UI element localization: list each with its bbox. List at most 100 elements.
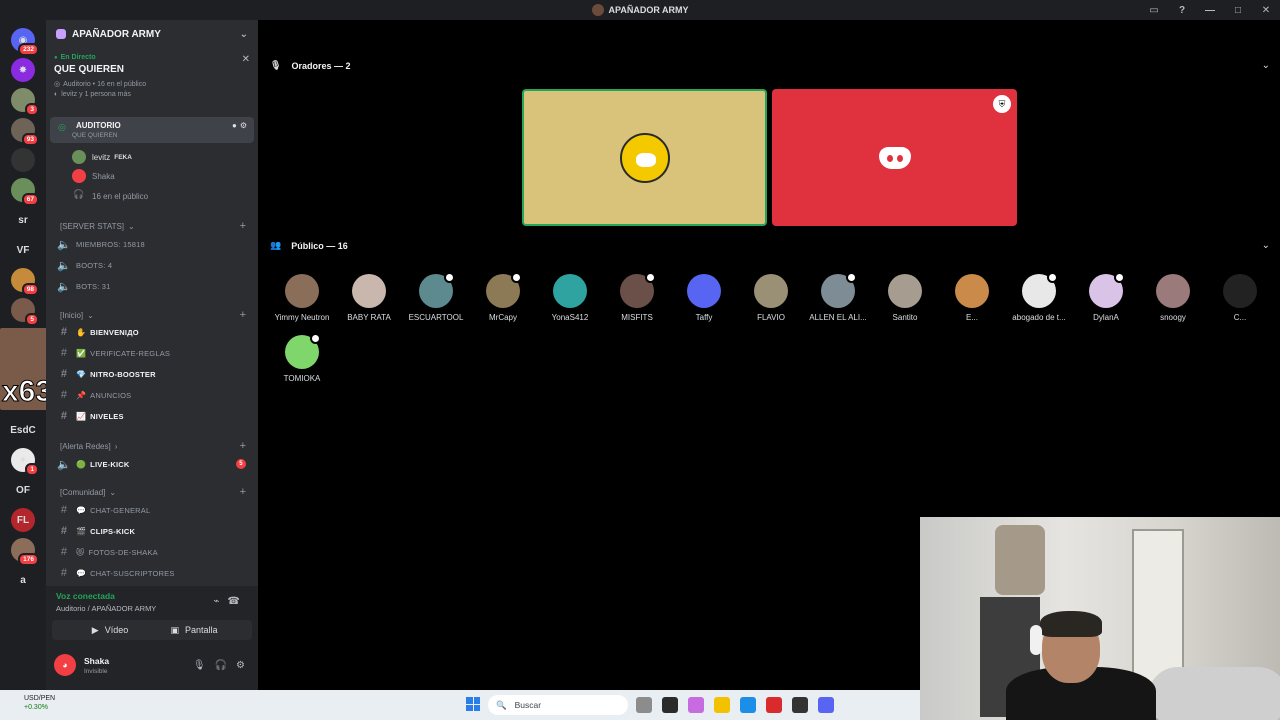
server-icon-s11[interactable]: ✦ 1 xyxy=(11,448,39,476)
taskbar-app-icon[interactable] xyxy=(740,697,756,713)
server-icon-dm[interactable]: ◉ 232 xyxy=(11,28,39,56)
stock-ticker[interactable]: USD/PEN +0.30% xyxy=(10,695,55,711)
channel-inicio_channels-1[interactable]: # ✅ verificate-reglas xyxy=(50,343,254,363)
audience-member[interactable]: abogado de t... xyxy=(1009,272,1069,322)
taskbar-app-icon[interactable] xyxy=(792,697,808,713)
screen-icon[interactable]: ▭ xyxy=(1140,5,1168,16)
windows-start-icon[interactable] xyxy=(466,697,480,711)
audience-member[interactable]: YonaS412 xyxy=(540,274,600,322)
channel-stats-bots[interactable]: 🔈 bots: 31 xyxy=(50,276,254,296)
screen-share-button[interactable]: ▣ Pantalla xyxy=(136,620,252,640)
channel-inicio_channels-4[interactable]: # 📈 niveles xyxy=(50,406,254,426)
server-icon-s7[interactable]: VF xyxy=(11,238,35,262)
audience-member[interactable]: Yimmy Neutron xyxy=(272,274,332,322)
taskbar-app-icon[interactable] xyxy=(818,697,834,713)
audience-member[interactable]: Santito xyxy=(875,274,935,322)
audience-member[interactable]: ALLEN EL ALI... xyxy=(808,272,868,322)
channel-inicio_channels-0[interactable]: # ✋ віenvenідо xyxy=(50,322,254,342)
audience-member[interactable]: FLAVIO xyxy=(741,274,801,322)
server-icon-s10[interactable]: EsdC xyxy=(10,418,36,442)
taskbar-search[interactable]: 🔍 Buscar xyxy=(488,695,628,715)
server-icon-s5[interactable]: 67 xyxy=(11,178,39,206)
hash-icon: # xyxy=(60,347,68,359)
server-icon-s13[interactable]: FL xyxy=(11,508,35,532)
audience-member[interactable]: TOMIOKA xyxy=(272,333,332,383)
channel-comunidad_channels-3[interactable]: # 💬 chat-suscriptores xyxy=(50,563,254,583)
live-stage-card[interactable]: En Directo QUE QUIEREN ◎Auditorio • 16 e… xyxy=(46,48,258,100)
voice-user-shaka[interactable]: Shaka xyxy=(72,167,115,185)
maximize-button[interactable]: □ xyxy=(1224,5,1252,16)
ticker-value: +0.30% xyxy=(24,704,48,711)
audience-member[interactable]: snoogy xyxy=(1143,274,1203,322)
chevron-down-icon[interactable]: ⌄ xyxy=(1262,60,1270,71)
server-icon-s14[interactable]: 176 xyxy=(11,538,39,566)
category-server-stats[interactable]: [SERVER STATS] ⌄ + xyxy=(50,218,254,234)
category-alerta-redes[interactable]: [Alerta Redes] › + xyxy=(50,438,254,454)
server-icon-s15[interactable]: a xyxy=(11,568,35,592)
channel-label: clips-kick xyxy=(90,526,136,536)
audience-member[interactable]: C... xyxy=(1210,274,1270,322)
audience-name: ESCUARTOOL xyxy=(408,313,464,322)
channel-comunidad_channels-1[interactable]: # 🎬 clips-kick xyxy=(50,521,254,541)
server-icon-s12[interactable]: OF xyxy=(11,478,35,502)
voice-location[interactable]: Auditorio / APAÑADOR ARMY xyxy=(56,604,156,613)
noise-suppression-icon[interactable]: ⌁ xyxy=(214,596,228,607)
mic-icon[interactable]: 🎙 xyxy=(193,660,215,671)
server-icon-s9[interactable]: 5 xyxy=(11,298,39,326)
taskbar-app-icon[interactable] xyxy=(714,697,730,713)
category-inicio[interactable]: [Inicio] ⌄ + xyxy=(50,307,254,323)
audience-member[interactable]: MISFITS xyxy=(607,272,667,322)
audience-member[interactable]: MrCapy xyxy=(473,272,533,322)
disconnect-icon[interactable]: ☎ xyxy=(228,596,248,607)
channel-stats-members[interactable]: 🔈 miembros: 15818 xyxy=(50,234,254,254)
channel-auditorio[interactable]: ◎ Auditorio QUE QUIEREN ●⚙ xyxy=(50,117,254,143)
user-controls: 🎙🎧⚙ xyxy=(193,660,254,671)
server-icon-s8[interactable]: 98 xyxy=(11,268,39,296)
audience-member[interactable]: ESCUARTOOL xyxy=(406,272,466,322)
speaker-tile-shaka[interactable]: ⛨ xyxy=(772,89,1017,226)
taskbar-app-icon[interactable] xyxy=(662,697,678,713)
user-panel[interactable]: ◕ Shaka Invisible 🎙🎧⚙ xyxy=(54,650,254,680)
server-icon-s1[interactable]: ✸ xyxy=(11,58,35,82)
add-channel-icon[interactable]: + xyxy=(240,220,246,232)
channel-comunidad_channels-2[interactable]: # 😻 fotos-de-shaka xyxy=(50,542,254,562)
taskbar-app-icon[interactable] xyxy=(688,697,704,713)
help-icon[interactable]: ? xyxy=(1168,5,1196,16)
close-icon[interactable]: ✕ xyxy=(242,54,250,65)
server-icon-s3[interactable]: 93 xyxy=(11,118,39,146)
voice-status[interactable]: Voz conectada xyxy=(56,591,115,601)
channel-stats-boots[interactable]: 🔈 boots: 4 xyxy=(50,255,254,275)
channel-actions[interactable]: ●⚙ xyxy=(232,121,250,130)
channel-emoji: 💎 xyxy=(76,369,87,379)
chevron-down-icon[interactable]: ⌄ xyxy=(1262,240,1270,251)
speaker-tile-levitz[interactable] xyxy=(522,89,767,226)
audience-member[interactable]: BABY RATA xyxy=(339,274,399,322)
add-channel-icon[interactable]: + xyxy=(240,440,246,452)
taskbar-app-icon[interactable] xyxy=(766,697,782,713)
unread-badge: 5 xyxy=(25,313,39,326)
gear-icon[interactable]: ⚙ xyxy=(236,660,254,671)
server-icon-s4[interactable] xyxy=(11,148,35,172)
taskbar-app-icon[interactable] xyxy=(636,697,652,713)
server-icon-s6[interactable]: sr xyxy=(11,208,35,232)
server-icon-s2[interactable]: 3 xyxy=(11,88,39,116)
channel-live-kick[interactable]: 🔈 🟢 live-kick 5 xyxy=(50,454,254,474)
audience-member[interactable]: DylanA xyxy=(1076,272,1136,322)
audience-member[interactable]: Taffy xyxy=(674,274,734,322)
minimize-button[interactable]: — xyxy=(1196,5,1224,16)
headphones-icon: 🎧 xyxy=(73,189,85,199)
server-header[interactable]: APAÑADOR ARMY ⌄ xyxy=(46,20,258,48)
close-button[interactable]: ✕ xyxy=(1252,5,1280,16)
category-comunidad[interactable]: [Comunidad] ⌄ + xyxy=(50,484,254,500)
voice-user-levitz[interactable]: levitz FEKA xyxy=(72,148,132,166)
channel-inicio_channels-3[interactable]: # 📌 anuncios xyxy=(50,385,254,405)
channel-emoji: ✋ xyxy=(76,327,87,337)
add-channel-icon[interactable]: + xyxy=(240,309,246,321)
chevron-down-icon[interactable]: ⌄ xyxy=(240,29,248,40)
channel-inicio_channels-2[interactable]: # 💎 nitro-booster xyxy=(50,364,254,384)
channel-comunidad_channels-0[interactable]: # 💬 chat-general xyxy=(50,500,254,520)
audience-member[interactable]: E... xyxy=(942,274,1002,322)
voice-audience-count[interactable]: 🎧 16 en el público xyxy=(72,187,148,205)
headphones-icon[interactable]: 🎧 xyxy=(215,660,236,671)
add-channel-icon[interactable]: + xyxy=(240,486,246,498)
